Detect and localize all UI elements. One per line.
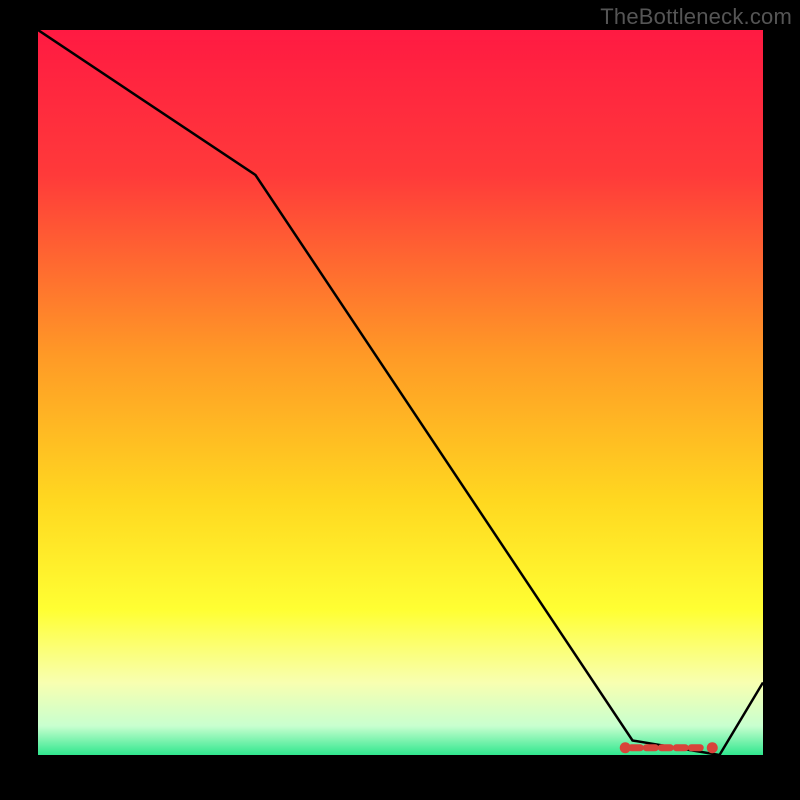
marker-endpoint [707,742,718,753]
chart-svg [38,30,763,755]
watermark: TheBottleneck.com [600,4,792,30]
bottleneck-chart [38,30,763,755]
